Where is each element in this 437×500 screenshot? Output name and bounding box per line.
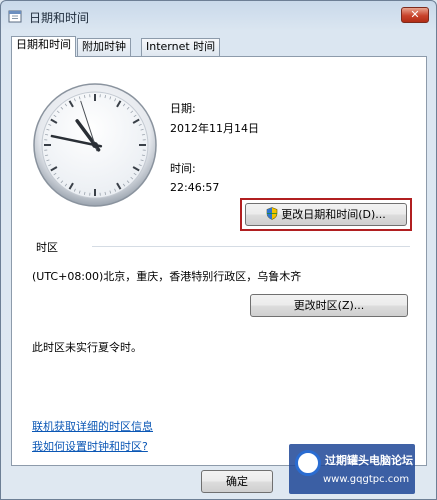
- window-title: 日期和时间: [29, 11, 90, 25]
- dst-note: 此时区未实行夏令时。: [32, 341, 142, 354]
- time-value: 22:46:57: [170, 181, 220, 194]
- close-button[interactable]: ✕: [401, 7, 429, 23]
- time-label: 时间:: [170, 162, 196, 175]
- watermark-url: www.gqgtpc.com: [323, 474, 410, 485]
- tab-panel: 日期: 2012年11月14日 时间: 22:46:57 更改日期和时间(D).…: [11, 56, 427, 466]
- online-timezone-info-link[interactable]: 联机获取详细的时区信息: [32, 418, 153, 434]
- site-watermark: 过期罐头电脑论坛 www.gqgtpc.com: [289, 444, 415, 494]
- tab-additional-clocks[interactable]: 附加时钟: [77, 38, 131, 56]
- analog-clock: [33, 83, 157, 207]
- change-timezone-button[interactable]: 更改时区(Z)...: [250, 294, 408, 317]
- tab-date-time[interactable]: 日期和时间: [11, 36, 76, 57]
- date-label: 日期:: [170, 102, 196, 115]
- ok-button[interactable]: 确定: [201, 470, 273, 493]
- how-to-set-clock-link[interactable]: 我如何设置时钟和时区?: [32, 438, 148, 454]
- date-value: 2012年11月14日: [170, 122, 259, 135]
- change-date-time-button[interactable]: 更改日期和时间(D)...: [245, 203, 407, 226]
- watermark-logo: [295, 450, 321, 476]
- timezone-value: (UTC+08:00)北京，重庆，香港特别行政区，乌鲁木齐: [32, 270, 302, 283]
- change-date-time-label: 更改日期和时间(D)...: [281, 208, 386, 221]
- uac-shield-icon: [266, 207, 278, 220]
- watermark-title: 过期罐头电脑论坛: [325, 454, 413, 467]
- timezone-heading: 时区: [36, 241, 58, 254]
- calendar-clock-icon: [8, 10, 22, 23]
- date-time-dialog: 日期和时间 ✕ 日期和时间 附加时钟 Internet 时间 日期: 2012年…: [0, 0, 437, 500]
- title-bar[interactable]: 日期和时间 ✕: [1, 1, 436, 31]
- timezone-divider: [92, 246, 410, 247]
- tab-internet-time[interactable]: Internet 时间: [141, 38, 221, 56]
